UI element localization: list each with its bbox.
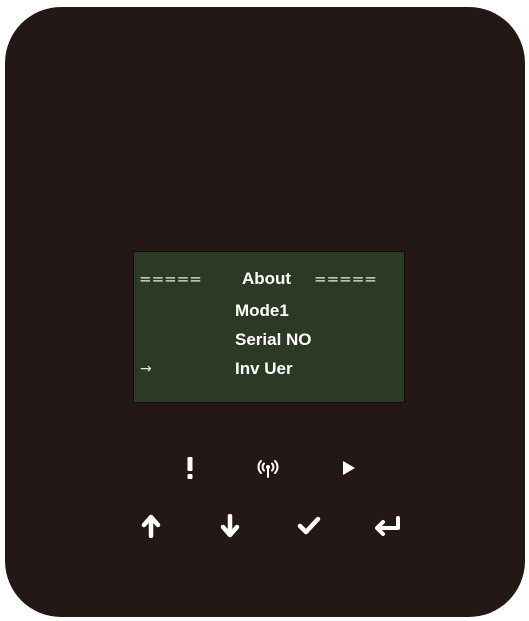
- menu-item-serial-no[interactable]: Serial NO: [134, 327, 404, 353]
- exclamation-icon: [180, 455, 200, 481]
- header-left-rule: =====: [139, 270, 202, 288]
- enter-return-icon[interactable]: [370, 511, 404, 541]
- header-right-rule: =====: [314, 270, 377, 288]
- arrow-down-icon[interactable]: [215, 511, 245, 541]
- screen-title: About: [242, 269, 292, 288]
- lcd-screen: ===== About ===== Mode1 Serial NO → Inv …: [133, 251, 405, 403]
- arrow-up-icon[interactable]: [136, 511, 166, 541]
- menu-item-inv-uer[interactable]: → Inv Uer: [134, 356, 404, 382]
- menu-item-label: Mode1: [235, 301, 289, 320]
- selection-cursor-icon: →: [140, 361, 152, 377]
- lcd-header: ===== About =====: [134, 266, 404, 292]
- menu-item-label: Serial NO: [235, 330, 312, 349]
- wireless-icon: [256, 456, 280, 480]
- menu-item-label: Inv Uer: [235, 359, 293, 378]
- play-icon: [339, 457, 359, 479]
- menu-item-mode1[interactable]: Mode1: [134, 298, 404, 324]
- checkmark-icon[interactable]: [293, 511, 325, 541]
